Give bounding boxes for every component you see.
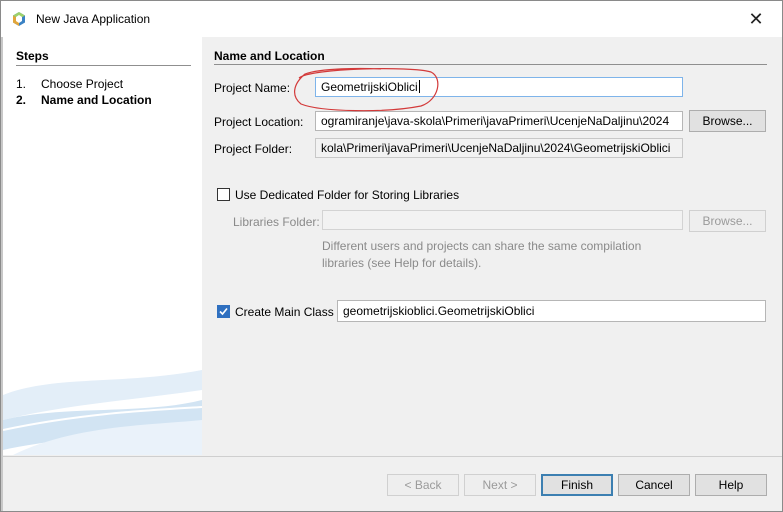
back-button[interactable]: < Back (387, 474, 459, 496)
dedicated-folder-checkbox[interactable] (217, 188, 230, 201)
red-annotation-circle (294, 67, 439, 112)
dedicated-folder-label[interactable]: Use Dedicated Folder for Storing Librari… (235, 188, 459, 202)
step-label: Name and Location (41, 93, 152, 107)
step-name-and-location: 2. Name and Location (16, 93, 152, 107)
checkmark-icon (219, 307, 228, 316)
netbeans-logo-icon (13, 12, 25, 26)
step-choose-project: 1. Choose Project (16, 77, 123, 91)
create-main-class-label[interactable]: Create Main Class (235, 305, 334, 319)
project-location-browse-button[interactable]: Browse... (689, 110, 766, 132)
window-title: New Java Application (36, 12, 151, 26)
libraries-browse-button[interactable]: Browse... (689, 210, 766, 232)
libraries-folder-input[interactable] (322, 210, 683, 230)
libraries-help-text: Different users and projects can share t… (322, 239, 642, 270)
main-class-value: geometrijskioblici.GeometrijskiOblici (343, 304, 535, 318)
steps-title: Steps (16, 49, 191, 66)
cancel-button[interactable]: Cancel (618, 474, 690, 496)
help-button[interactable]: Help (695, 474, 767, 496)
close-icon[interactable]: ✕ (744, 7, 768, 31)
finish-button[interactable]: Finish (541, 474, 613, 496)
dialog-window: New Java Application ✕ Steps 1. Choose Pr… (0, 0, 783, 512)
project-folder-label: Project Folder: (214, 142, 293, 156)
next-button[interactable]: Next > (464, 474, 536, 496)
project-location-label: Project Location: (214, 115, 304, 129)
section-title: Name and Location (214, 49, 767, 65)
libraries-folder-label: Libraries Folder: (233, 215, 320, 229)
title-bar: New Java Application ✕ (1, 1, 782, 37)
steps-panel: Steps 1. Choose Project 2. Name and Locati… (3, 37, 202, 455)
project-folder-value: kola\Primeri\javaPrimeri\UcenjeNaDaljinu… (321, 141, 671, 155)
name-location-panel: Name and Location Project Name: Geometri… (203, 37, 782, 455)
step-label: Choose Project (41, 77, 124, 91)
project-location-value: ogramiranje\java-skola\Primeri\javaPrime… (321, 114, 670, 128)
project-name-label: Project Name: (214, 81, 291, 95)
step-number: 2. (16, 93, 27, 107)
main-class-input[interactable]: geometrijskioblici.GeometrijskiOblici (337, 300, 766, 322)
decorative-swirl-graphic (3, 365, 202, 455)
project-location-input[interactable]: ogramiranje\java-skola\Primeri\javaPrime… (315, 111, 683, 131)
project-folder-field[interactable]: kola\Primeri\javaPrimeri\UcenjeNaDaljinu… (315, 138, 683, 158)
create-main-class-checkbox[interactable] (217, 305, 230, 318)
footer-separator (3, 456, 782, 457)
step-number: 1. (16, 77, 27, 91)
